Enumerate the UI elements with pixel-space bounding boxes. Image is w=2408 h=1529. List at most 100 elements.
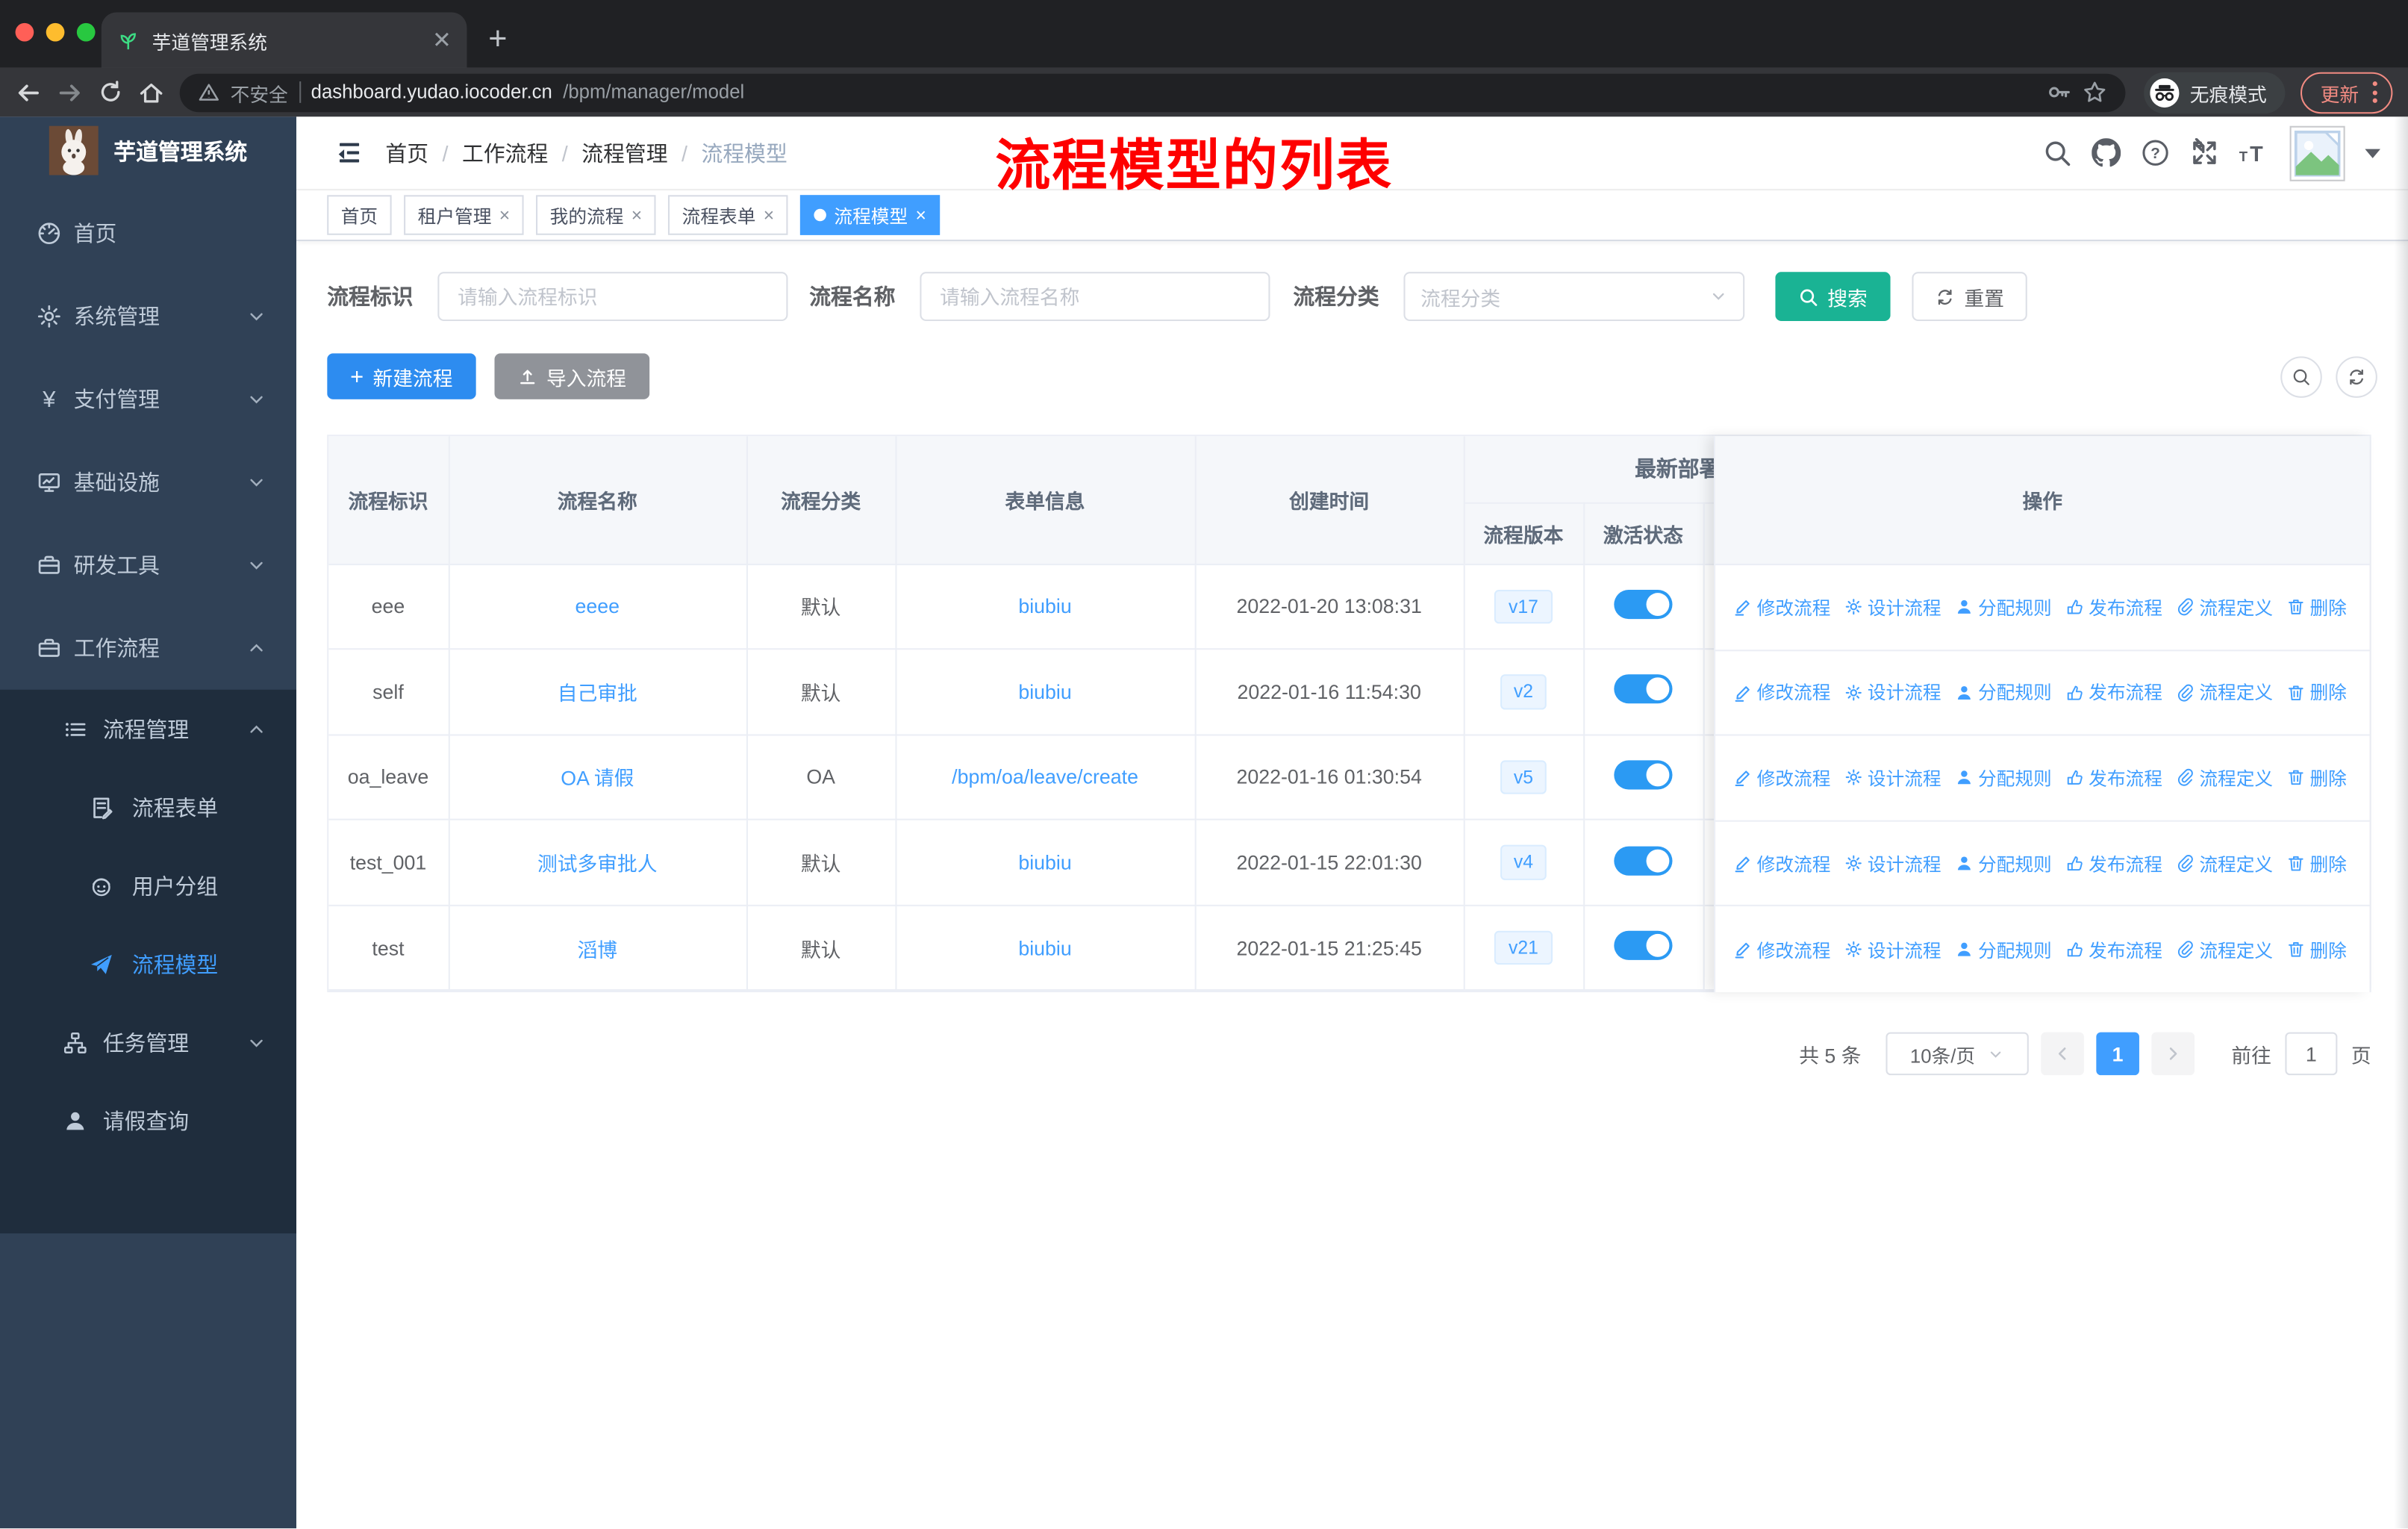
tab-close-icon[interactable]: ✕ — [432, 28, 452, 52]
github-icon[interactable] — [2092, 138, 2121, 167]
publish-process-link[interactable]: 发布流程 — [2065, 936, 2162, 962]
process-name-link[interactable]: 自己审批 — [558, 682, 637, 705]
design-process-link[interactable]: 设计流程 — [1844, 594, 1941, 620]
assign-rule-link[interactable]: 分配规则 — [1955, 850, 2052, 876]
process-name-link[interactable]: 滔博 — [578, 938, 618, 961]
modify-process-link[interactable]: 修改流程 — [1734, 850, 1830, 876]
process-definition-link[interactable]: 流程定义 — [2176, 765, 2273, 791]
assign-rule-link[interactable]: 分配规则 — [1955, 936, 2052, 962]
modify-process-link[interactable]: 修改流程 — [1734, 936, 1830, 962]
browser-menu-icon[interactable] — [2372, 81, 2377, 103]
home-button[interactable] — [138, 79, 164, 105]
help-icon[interactable]: ? — [2141, 138, 2170, 167]
publish-process-link[interactable]: 发布流程 — [2065, 765, 2162, 791]
assign-rule-link[interactable]: 分配规则 — [1955, 594, 2052, 620]
tab-tag[interactable]: 流程模型 × — [800, 195, 941, 235]
window-minimize-button[interactable] — [46, 22, 65, 42]
form-info-link[interactable]: /bpm/oa/leave/create — [952, 766, 1138, 789]
modify-process-link[interactable]: 修改流程 — [1734, 765, 1830, 791]
activation-toggle[interactable] — [1614, 845, 1673, 875]
new-tab-button[interactable]: + — [488, 22, 507, 68]
avatar[interactable] — [2289, 125, 2345, 181]
window-zoom-button[interactable] — [76, 22, 96, 42]
sidebar-item-user-group[interactable]: 用户分组 — [0, 847, 296, 925]
search-icon[interactable] — [2042, 138, 2071, 167]
breadcrumb-home[interactable]: 首页 — [385, 137, 428, 168]
sidebar-item-workflow[interactable]: 工作流程 — [0, 607, 296, 690]
security-label[interactable]: 不安全 — [231, 78, 288, 107]
sidebar-item-devtools[interactable]: 研发工具 — [0, 524, 296, 607]
process-name-link[interactable]: OA 请假 — [561, 767, 634, 791]
security-warning-icon[interactable] — [198, 81, 219, 103]
tab-tag[interactable]: 我的流程 × — [536, 195, 656, 235]
tab-tag[interactable]: 租户管理 × — [404, 195, 524, 235]
browser-tab[interactable]: 芋道管理系统 ✕ — [101, 12, 467, 68]
process-name-input[interactable] — [920, 272, 1270, 321]
design-process-link[interactable]: 设计流程 — [1844, 850, 1941, 876]
process-definition-link[interactable]: 流程定义 — [2176, 936, 2273, 962]
delete-link[interactable]: 删除 — [2287, 594, 2347, 620]
import-process-button[interactable]: 导入流程 — [494, 353, 649, 399]
sidebar-item-payment[interactable]: ¥ 支付管理 — [0, 358, 296, 440]
window-close-button[interactable] — [15, 22, 34, 42]
tab-tag[interactable]: 流程表单 × — [668, 195, 788, 235]
modify-process-link[interactable]: 修改流程 — [1734, 594, 1830, 620]
activation-toggle[interactable] — [1614, 675, 1673, 705]
sidebar-item-process-model[interactable]: 流程模型 — [0, 925, 296, 1003]
refresh-button[interactable] — [2336, 355, 2377, 397]
publish-process-link[interactable]: 发布流程 — [2065, 594, 2162, 620]
design-process-link[interactable]: 设计流程 — [1844, 936, 1941, 962]
scrollbar[interactable] — [2394, 116, 2408, 1529]
activation-toggle[interactable] — [1614, 589, 1673, 619]
process-definition-link[interactable]: 流程定义 — [2176, 679, 2273, 706]
page-size-select[interactable]: 10条/页 — [1885, 1033, 2029, 1077]
close-icon[interactable]: × — [499, 206, 510, 225]
show-search-button[interactable] — [2280, 355, 2322, 397]
publish-process-link[interactable]: 发布流程 — [2065, 850, 2162, 876]
prev-page-button[interactable] — [2041, 1033, 2084, 1077]
breadcrumb-workflow[interactable]: 工作流程 — [462, 137, 548, 168]
create-process-button[interactable]: + 新建流程 — [327, 353, 476, 399]
avatar-dropdown-caret[interactable] — [2365, 148, 2380, 158]
search-button[interactable]: 搜索 — [1775, 272, 1891, 321]
assign-rule-link[interactable]: 分配规则 — [1955, 765, 2052, 791]
delete-link[interactable]: 删除 — [2287, 765, 2347, 791]
form-info-link[interactable]: biubiu — [1018, 851, 1071, 874]
form-info-link[interactable]: biubiu — [1018, 680, 1071, 703]
browser-update-button[interactable]: 更新 — [2300, 71, 2393, 113]
publish-process-link[interactable]: 发布流程 — [2065, 679, 2162, 706]
reset-button[interactable]: 重置 — [1912, 272, 2027, 321]
category-select[interactable]: 流程分类 — [1403, 272, 1745, 321]
next-page-button[interactable] — [2151, 1033, 2195, 1077]
delete-link[interactable]: 删除 — [2287, 850, 2347, 876]
delete-link[interactable]: 删除 — [2287, 936, 2347, 962]
reload-button[interactable] — [99, 80, 123, 105]
address-bar[interactable]: 不安全 dashboard.yudao.iocoder.cn/bpm/manag… — [179, 72, 2126, 112]
back-button[interactable] — [16, 79, 42, 105]
sidebar-item-infra[interactable]: 基础设施 — [0, 440, 296, 523]
font-size-icon[interactable]: TT — [2239, 139, 2270, 166]
activation-toggle[interactable] — [1614, 931, 1673, 961]
delete-link[interactable]: 删除 — [2287, 679, 2347, 706]
sidebar-collapse-icon[interactable] — [335, 138, 364, 167]
form-info-link[interactable]: biubiu — [1018, 595, 1071, 618]
breadcrumb-process-mgmt[interactable]: 流程管理 — [581, 137, 667, 168]
sidebar-item-process-mgmt[interactable]: 流程管理 — [0, 690, 296, 768]
process-definition-link[interactable]: 流程定义 — [2176, 594, 2273, 620]
form-info-link[interactable]: biubiu — [1018, 936, 1071, 959]
assign-rule-link[interactable]: 分配规则 — [1955, 679, 2052, 706]
forward-button[interactable] — [57, 79, 83, 105]
goto-page-input[interactable] — [2285, 1033, 2338, 1077]
page-number-current[interactable]: 1 — [2096, 1033, 2139, 1077]
process-name-link[interactable]: eeee — [576, 595, 620, 618]
sidebar-item-task-mgmt[interactable]: 任务管理 — [0, 1003, 296, 1081]
process-definition-link[interactable]: 流程定义 — [2176, 850, 2273, 876]
sidebar-item-process-form[interactable]: 流程表单 — [0, 768, 296, 847]
bookmark-star-icon[interactable] — [2083, 80, 2107, 105]
design-process-link[interactable]: 设计流程 — [1844, 765, 1941, 791]
close-icon[interactable]: × — [764, 206, 774, 225]
fullscreen-icon[interactable] — [2190, 138, 2219, 167]
sidebar-item-system[interactable]: 系统管理 — [0, 275, 296, 358]
sidebar-item-home[interactable]: 首页 — [0, 192, 296, 275]
design-process-link[interactable]: 设计流程 — [1844, 679, 1941, 706]
